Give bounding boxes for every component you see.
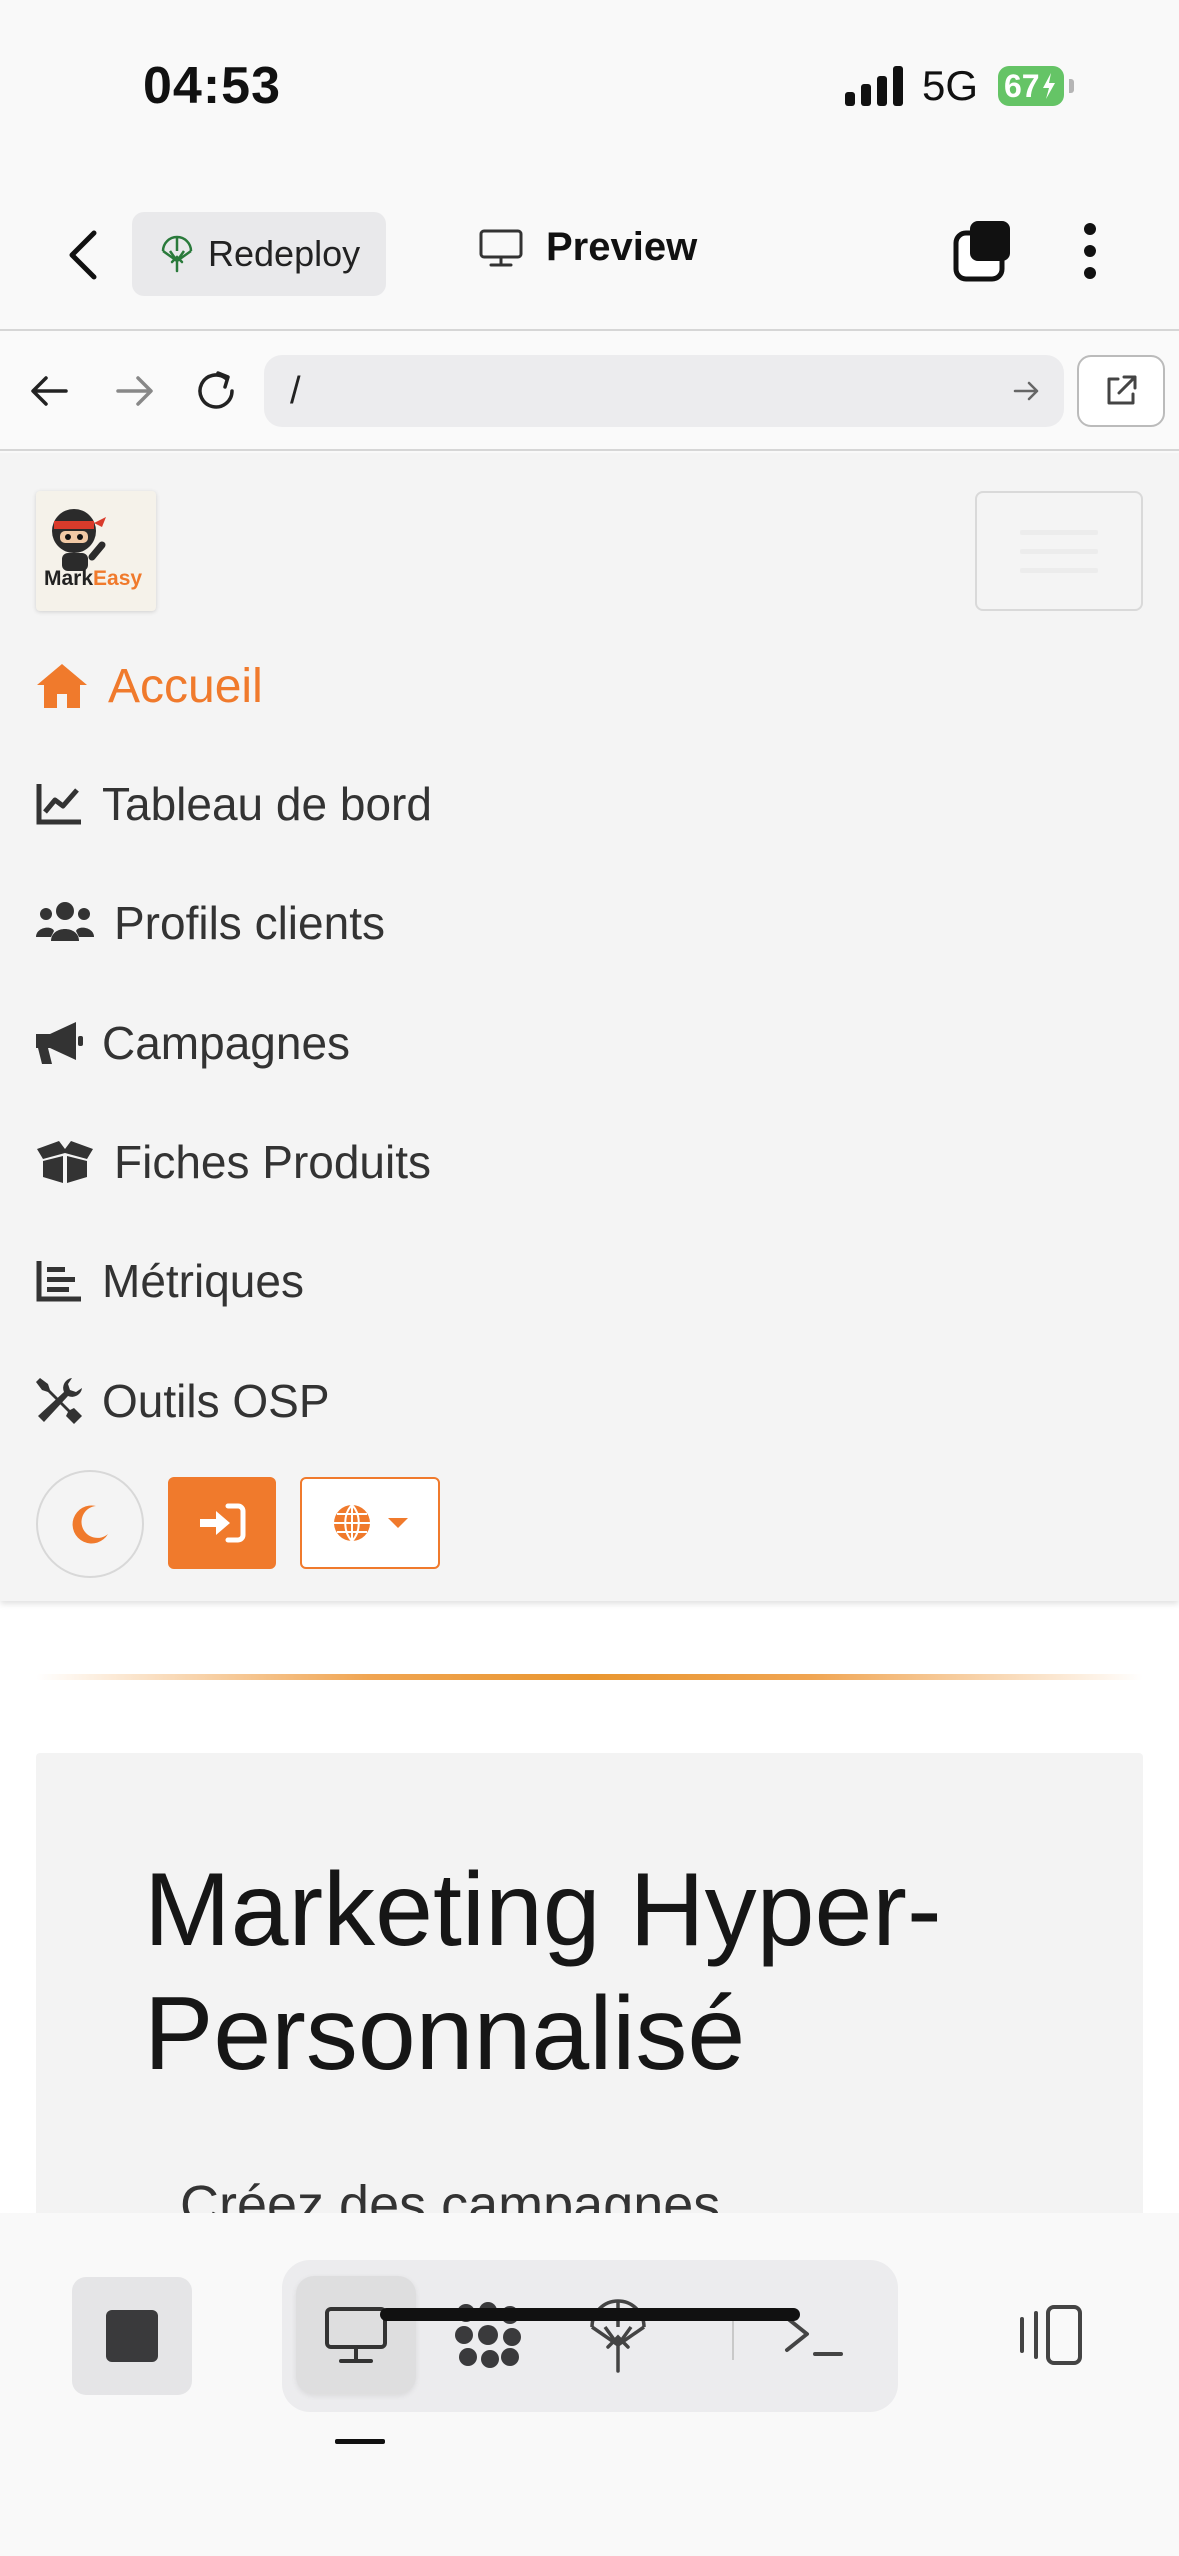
url-bar: /: [0, 331, 1179, 451]
webview: MarkEasy Accueil Tableau de bord Profils…: [0, 453, 1179, 2213]
browser-forward-button[interactable]: [108, 365, 160, 417]
nav-item-metriques[interactable]: Métriques: [34, 1253, 304, 1309]
panel-toggle-icon: [1020, 2305, 1082, 2365]
nav-item-tableau-de-bord[interactable]: Tableau de bord: [34, 776, 432, 832]
chart-line-icon: [34, 776, 84, 832]
terminal-tab[interactable]: [754, 2276, 874, 2394]
nav-item-outils-osp[interactable]: Outils OSP: [34, 1373, 330, 1429]
site-nav-panel: MarkEasy Accueil Tableau de bord Profils…: [0, 453, 1179, 1601]
signal-icon: [845, 66, 903, 106]
nav-item-campagnes[interactable]: Campagnes: [34, 1015, 350, 1071]
nav-item-label: Fiches Produits: [114, 1136, 432, 1188]
reload-icon: [198, 371, 234, 409]
go-arrow-icon[interactable]: [1010, 375, 1042, 407]
ninja-mascot-icon: [52, 509, 106, 571]
arrow-left-icon: [31, 376, 68, 406]
back-button[interactable]: [56, 225, 116, 285]
nav-item-profils-clients[interactable]: Profils clients: [34, 895, 385, 951]
nav-item-label: Outils OSP: [102, 1375, 330, 1427]
battery-level: 67: [1004, 67, 1040, 104]
bar-chart-icon: [34, 1253, 84, 1309]
battery-icon: 67: [998, 66, 1074, 106]
nav-item-label: Profils clients: [114, 897, 385, 949]
view-switcher: [282, 2260, 898, 2412]
browser-back-button[interactable]: [24, 365, 76, 417]
desktop-preview-tab[interactable]: [296, 2276, 416, 2394]
monitor-icon: [479, 229, 523, 266]
sign-in-icon: [200, 1503, 246, 1543]
redeploy-label: Redeploy: [208, 233, 361, 274]
stop-button[interactable]: [72, 2277, 192, 2395]
open-external-button[interactable]: [1077, 355, 1165, 427]
arrow-right-icon: [116, 376, 153, 406]
language-dropdown[interactable]: [300, 1477, 440, 1569]
redeploy-button[interactable]: Redeploy: [132, 212, 386, 296]
external-link-icon: [1107, 375, 1137, 405]
reload-button[interactable]: [190, 365, 242, 417]
chevron-left-icon: [69, 230, 97, 280]
nav-item-fiches-produits[interactable]: Fiches Produits: [34, 1134, 431, 1190]
nav-item-label: Métriques: [102, 1255, 304, 1307]
deploy-icon: [161, 235, 193, 273]
bottom-toolbar: [0, 2213, 1179, 2556]
home-icon: [34, 658, 90, 714]
network-type: 5G: [922, 62, 979, 109]
nav-item-label: Accueil: [108, 659, 263, 713]
tools-icon: [34, 1373, 84, 1429]
site-logo[interactable]: MarkEasy: [36, 491, 156, 611]
login-button[interactable]: [168, 1477, 276, 1569]
navbar-toggler-button[interactable]: [975, 491, 1143, 611]
hero-title: Marketing Hyper-Personnalisé: [144, 1852, 942, 2092]
box-open-icon: [34, 1134, 96, 1190]
caret-down-icon: [388, 1518, 408, 1528]
dark-mode-toggle[interactable]: [36, 1470, 144, 1578]
tabs-button[interactable]: [950, 219, 1014, 283]
nav-item-label: Tableau de bord: [102, 778, 432, 830]
users-icon: [34, 895, 96, 951]
active-tab-indicator: [335, 2439, 385, 2444]
deploy-tab[interactable]: [558, 2276, 678, 2394]
tabs-icon: [953, 221, 1010, 282]
section-divider: [36, 1674, 1143, 1680]
hero-subtitle: Créez des campagnes: [180, 2175, 721, 2213]
megaphone-icon: [34, 1015, 84, 1071]
nav-item-label: Campagnes: [102, 1017, 351, 1069]
status-bar: 04:53 5G 67: [0, 0, 1179, 175]
logo-text: MarkEasy: [44, 567, 143, 590]
preview-label: Preview: [546, 225, 698, 269]
url-text: /: [290, 369, 301, 412]
app-logo-tab[interactable]: [428, 2276, 548, 2394]
status-time: 04:53: [143, 57, 281, 115]
globe-icon: [334, 1504, 370, 1542]
nav-item-accueil[interactable]: Accueil: [34, 658, 263, 714]
charging-icon: [1042, 73, 1055, 99]
stop-icon: [106, 2310, 158, 2362]
home-indicator: [380, 2308, 800, 2321]
url-input[interactable]: /: [264, 355, 1064, 427]
moon-icon: [72, 1505, 108, 1544]
preview-title[interactable]: Preview: [478, 225, 697, 270]
panel-toggle-button[interactable]: [1000, 2285, 1096, 2385]
app-header: Redeploy Preview: [0, 175, 1179, 331]
more-options-button[interactable]: [1070, 219, 1110, 283]
